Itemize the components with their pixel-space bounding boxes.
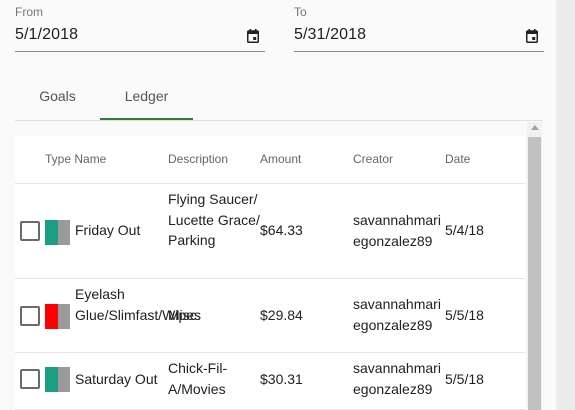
table-row[interactable]: Friday Out Flying Saucer/Lucette Grace/P… [15,184,525,279]
row-name: Eyelash Glue/Slimfast/Wipes [75,286,202,323]
budget-panel: From 5/1/2018 To 5/31/2018 Goals Ledger [0,0,556,410]
tab-bar: Goals Ledger [15,78,543,121]
type-color-secondary [58,367,70,392]
header-date[interactable]: Date [445,152,470,166]
type-color-secondary [58,220,70,245]
row-creator: savannahmariegonzalez89 [353,212,441,249]
row-description: Chick-Fil-A/Movies [168,360,228,397]
table-row[interactable]: Eyelash Glue/Slimfast/Wipes Misc. $29.84… [15,279,525,353]
to-date-input[interactable]: 5/31/2018 [294,26,366,44]
ledger-table: Type Name Description Amount Creator Dat… [15,136,525,410]
row-date: 5/5/18 [445,307,484,323]
tab-goals[interactable]: Goals [15,78,100,120]
row-creator: savannahmariegonzalez89 [353,296,441,333]
from-date-underline [15,51,265,52]
type-swatch [45,367,70,392]
row-checkbox[interactable] [20,221,40,241]
type-swatch [45,220,70,245]
table-header-row: Type Name Description Amount Creator Dat… [15,136,525,184]
type-color-secondary [58,304,70,329]
to-date-field[interactable]: To 5/31/2018 [294,0,544,54]
header-type-name[interactable]: Type Name [45,152,106,166]
row-date: 5/4/18 [445,222,484,238]
row-creator: savannahmariegonzalez89 [353,360,441,397]
page-gutter [556,0,575,410]
tab-ledger[interactable]: Ledger [100,78,193,120]
row-checkbox[interactable] [20,369,40,389]
row-date: 5/5/18 [445,371,484,387]
row-name: Friday Out [75,222,141,238]
from-date-field[interactable]: From 5/1/2018 [15,0,265,54]
to-date-underline [294,51,544,52]
row-amount: $29.84 [260,307,303,323]
calendar-icon[interactable] [526,29,538,43]
type-color [45,304,58,329]
row-name: Saturday Out [75,371,158,387]
row-amount: $64.33 [260,222,303,238]
type-swatch [45,304,70,329]
row-description: Flying Saucer/Lucette Grace/Parking [168,191,260,248]
row-description: Misc. [168,307,201,323]
from-date-label: From [15,5,43,19]
table-scrollbar[interactable] [527,122,542,410]
header-amount[interactable]: Amount [260,152,301,166]
scroll-up-arrow-icon[interactable] [531,125,539,130]
calendar-icon[interactable] [247,29,259,43]
table-row[interactable]: Saturday Out Chick-Fil-A/Movies $30.31 s… [15,353,525,410]
scroll-thumb[interactable] [528,137,541,410]
row-checkbox[interactable] [20,306,40,326]
type-color [45,220,58,245]
active-tab-indicator [100,118,193,120]
row-amount: $30.31 [260,371,303,387]
header-description[interactable]: Description [168,152,228,166]
to-date-label: To [294,5,307,19]
header-creator[interactable]: Creator [353,152,393,166]
from-date-input[interactable]: 5/1/2018 [15,26,78,44]
type-color [45,367,58,392]
